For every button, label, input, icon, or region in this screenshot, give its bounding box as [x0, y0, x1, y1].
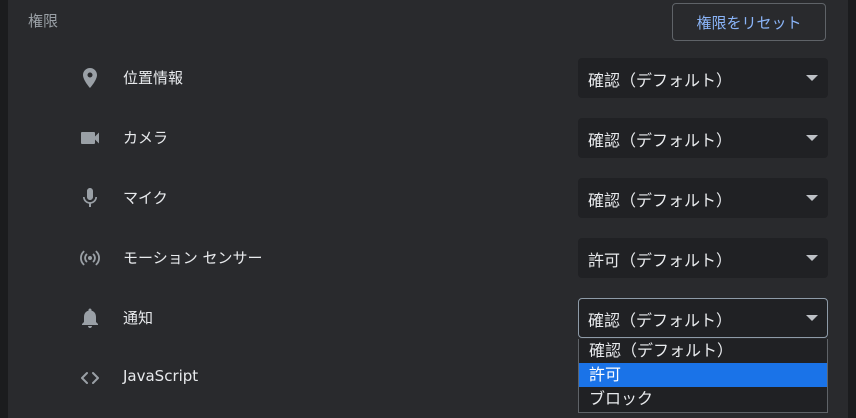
- camera-select-value: 確認（デフォルト）: [588, 131, 733, 150]
- permission-label-camera: カメラ: [123, 129, 169, 147]
- reset-permissions-button[interactable]: 権限をリセット: [672, 3, 826, 41]
- location-pin-icon: [78, 66, 102, 90]
- microphone-icon: [78, 186, 102, 210]
- chevron-down-icon: [806, 75, 818, 81]
- code-brackets-icon: [78, 366, 102, 390]
- permission-label-notifications: 通知: [123, 309, 154, 327]
- microphone-select[interactable]: 確認（デフォルト）: [578, 178, 828, 218]
- section-title: 権限: [28, 12, 59, 30]
- camera-select[interactable]: 確認（デフォルト）: [578, 118, 828, 158]
- dropdown-option-block[interactable]: ブロック: [579, 387, 827, 411]
- camera-icon: [78, 126, 102, 150]
- chevron-down-icon: [806, 315, 818, 321]
- motion-sensors-select[interactable]: 許可（デフォルト）: [578, 238, 828, 278]
- notifications-select[interactable]: 確認（デフォルト）: [578, 298, 828, 338]
- dropdown-option-allow[interactable]: 許可: [579, 363, 827, 387]
- motion-sensors-select-value: 許可（デフォルト）: [588, 251, 733, 270]
- permission-row-microphone: マイク 確認（デフォルト）: [0, 168, 856, 228]
- permission-label-microphone: マイク: [123, 189, 168, 207]
- permission-label-location: 位置情報: [123, 69, 184, 87]
- notifications-select-value: 確認（デフォルト）: [588, 311, 733, 330]
- chevron-down-icon: [806, 135, 818, 141]
- microphone-select-value: 確認（デフォルト）: [588, 191, 733, 210]
- dropdown-option-ask[interactable]: 確認（デフォルト）: [579, 339, 827, 363]
- permission-label-javascript: JavaScript: [123, 367, 199, 385]
- chevron-down-icon: [806, 255, 818, 261]
- chevron-down-icon: [806, 195, 818, 201]
- permission-row-motion-sensors: モーション センサー 許可（デフォルト）: [0, 228, 856, 288]
- motion-sensor-icon: [78, 246, 102, 270]
- notifications-dropdown-list: 確認（デフォルト） 許可 ブロック: [578, 339, 828, 413]
- permission-label-motion-sensors: モーション センサー: [123, 249, 263, 267]
- bell-icon: [78, 306, 102, 330]
- permission-row-camera: カメラ 確認（デフォルト）: [0, 108, 856, 168]
- location-select[interactable]: 確認（デフォルト）: [578, 58, 828, 98]
- permission-row-location: 位置情報 確認（デフォルト）: [0, 48, 856, 108]
- location-select-value: 確認（デフォルト）: [588, 71, 733, 90]
